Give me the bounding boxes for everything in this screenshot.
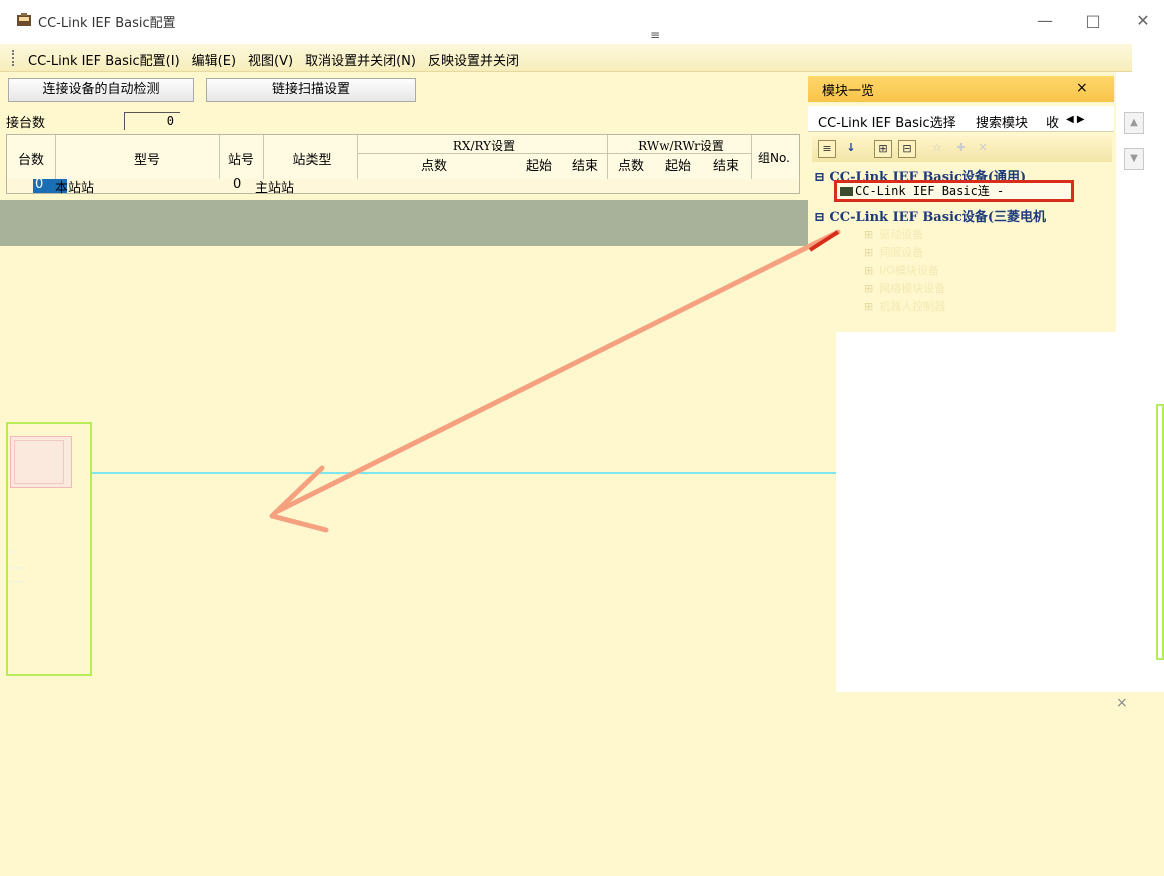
sort-category-icon[interactable]: ≡ — [818, 140, 836, 158]
master-station-node[interactable]: ·· ······ ····· — [6, 422, 92, 676]
station-count-field[interactable]: 0 — [124, 112, 180, 130]
right-side-strip: ▲ ▼ — [1116, 72, 1164, 692]
menu-grip-icon[interactable] — [12, 50, 15, 66]
row-count: 0 — [35, 177, 44, 192]
col-model[interactable]: 型号 — [67, 149, 227, 168]
tree-group-mitsubishi[interactable]: ⊟ CC-Link IEF Basic设备(三菱电机 — [814, 206, 1046, 225]
menu-item-edit[interactable]: 编辑(E) — [192, 50, 236, 69]
col-rxry-end[interactable]: 结束 — [565, 155, 605, 174]
station-count-row: 接台数 0 — [0, 108, 808, 132]
tree-leaf-io[interactable]: ⊞ I/O模块设备 — [864, 262, 939, 278]
favorite-icon[interactable]: ☆ — [928, 140, 946, 158]
tree-item-iefb-connected[interactable]: CC-Link IEF Basic连 - — [834, 180, 1074, 202]
col-rxry-points[interactable]: 点数 — [359, 155, 509, 174]
tree-leaf-robot[interactable]: ⊞ 机器人控制器 — [864, 298, 945, 314]
panel-close-button[interactable]: × — [1076, 80, 1088, 96]
col-rxry[interactable]: RX/RY设置 — [359, 137, 609, 154]
menu-item-cancel-close[interactable]: 取消设置并关闭(N) — [305, 50, 416, 69]
tree-leaf-network[interactable]: ⊞ 网络模块设备 — [864, 280, 945, 296]
tab-iefb-select[interactable]: CC-Link IEF Basic选择 — [818, 112, 956, 131]
panel-tabs: CC-Link IEF Basic选择 搜索模块 收 ◀ ▶ — [808, 106, 1114, 132]
tree-leaf-drive[interactable]: ⊞ 驱动设备 — [864, 226, 923, 242]
module-icon — [840, 187, 853, 196]
app-icon — [17, 13, 31, 26]
col-group[interactable]: 组No. — [749, 149, 799, 166]
row-model: 本站站 — [55, 181, 95, 196]
module-tree: ⊟ CC-Link IEF Basic设备(通用) CC-Link IEF Ba… — [812, 164, 1118, 332]
drag-handle-icon[interactable]: ≡ — [650, 29, 664, 41]
col-station-no[interactable]: 站号 — [221, 149, 261, 168]
menu-item-config[interactable]: CC-Link IEF Basic配置(I) — [28, 50, 180, 69]
output-close-button[interactable]: × — [1116, 695, 1128, 711]
panel-title-bar: 模块一览 × — [808, 76, 1114, 102]
tab-favorites[interactable]: 收 — [1046, 112, 1059, 131]
table-row[interactable]: 0 本站站 0 主站站 — [7, 177, 799, 196]
station-count-label: 接台数 — [6, 116, 46, 131]
panel-toolbar: ≡ ↓ ⊞ ⊟ ☆ ✚ ✕ — [812, 136, 1112, 162]
module-list-panel: 模块一览 × CC-Link IEF Basic选择 搜索模块 收 ◀ ▶ ≡ … — [808, 72, 1122, 332]
delete-icon[interactable]: ✕ — [974, 140, 992, 158]
menu-item-view[interactable]: 视图(V) — [248, 50, 293, 69]
output-bar: × — [0, 692, 1164, 718]
sort-az-icon[interactable]: ↓ — [842, 140, 860, 158]
col-rw-points[interactable]: 点数 — [611, 155, 651, 174]
add-favorite-icon[interactable]: ✚ — [952, 140, 970, 158]
network-canvas[interactable]: ·· ······ ····· — [0, 246, 836, 692]
network-link-line — [92, 472, 836, 474]
auto-detect-button[interactable]: 连接设备的自动检测 — [8, 78, 194, 102]
node-box-edge — [1156, 404, 1164, 660]
collapse-all-icon[interactable]: ⊟ — [898, 140, 916, 158]
col-rw-end[interactable]: 结束 — [703, 155, 749, 174]
window-title: CC-Link IEF Basic配置 — [38, 16, 176, 31]
minimize-button[interactable]: — — [1030, 8, 1060, 34]
scroll-down-button[interactable]: ▼ — [1124, 148, 1144, 170]
output-area — [0, 718, 1164, 876]
tab-scroll-arrows-icon[interactable]: ◀ ▶ — [1066, 114, 1085, 125]
tab-search-module[interactable]: 搜索模块 — [976, 112, 1028, 131]
station-table: 台数 型号 站号 站类型 RX/RY设置 点数 起始 结束 RWw/RWr设置 … — [6, 134, 800, 196]
col-station-type[interactable]: 站类型 — [267, 149, 357, 168]
title-bar: CC-Link IEF Basic配置 ≡ — □ ✕ — [0, 0, 1164, 44]
menu-item-apply-close[interactable]: 反映设置并关闭 — [428, 50, 519, 69]
tree-leaf-servo[interactable]: ⊞ 伺服设备 — [864, 244, 923, 260]
table-empty-area — [0, 200, 808, 246]
panel-title: 模块一览 — [822, 84, 875, 99]
menu-bar: CC-Link IEF Basic配置(I) 编辑(E) 视图(V) 取消设置并… — [0, 44, 1132, 72]
scroll-up-button[interactable]: ▲ — [1124, 112, 1144, 134]
col-rw-start[interactable]: 起始 — [655, 155, 701, 174]
close-button[interactable]: ✕ — [1128, 8, 1158, 34]
col-rwwrwr[interactable]: RWw/RWr设置 — [607, 137, 755, 154]
col-count[interactable]: 台数 — [13, 149, 49, 168]
expand-all-icon[interactable]: ⊞ — [874, 140, 892, 158]
col-rxry-start[interactable]: 起始 — [519, 155, 559, 174]
toolbar: 连接设备的自动检测 链接扫描设置 — [0, 78, 808, 104]
row-station-no: 0 — [233, 177, 242, 192]
maximize-button[interactable]: □ — [1078, 8, 1108, 34]
link-scan-settings-button[interactable]: 链接扫描设置 — [206, 78, 416, 102]
row-station-type: 主站站 — [255, 181, 295, 196]
